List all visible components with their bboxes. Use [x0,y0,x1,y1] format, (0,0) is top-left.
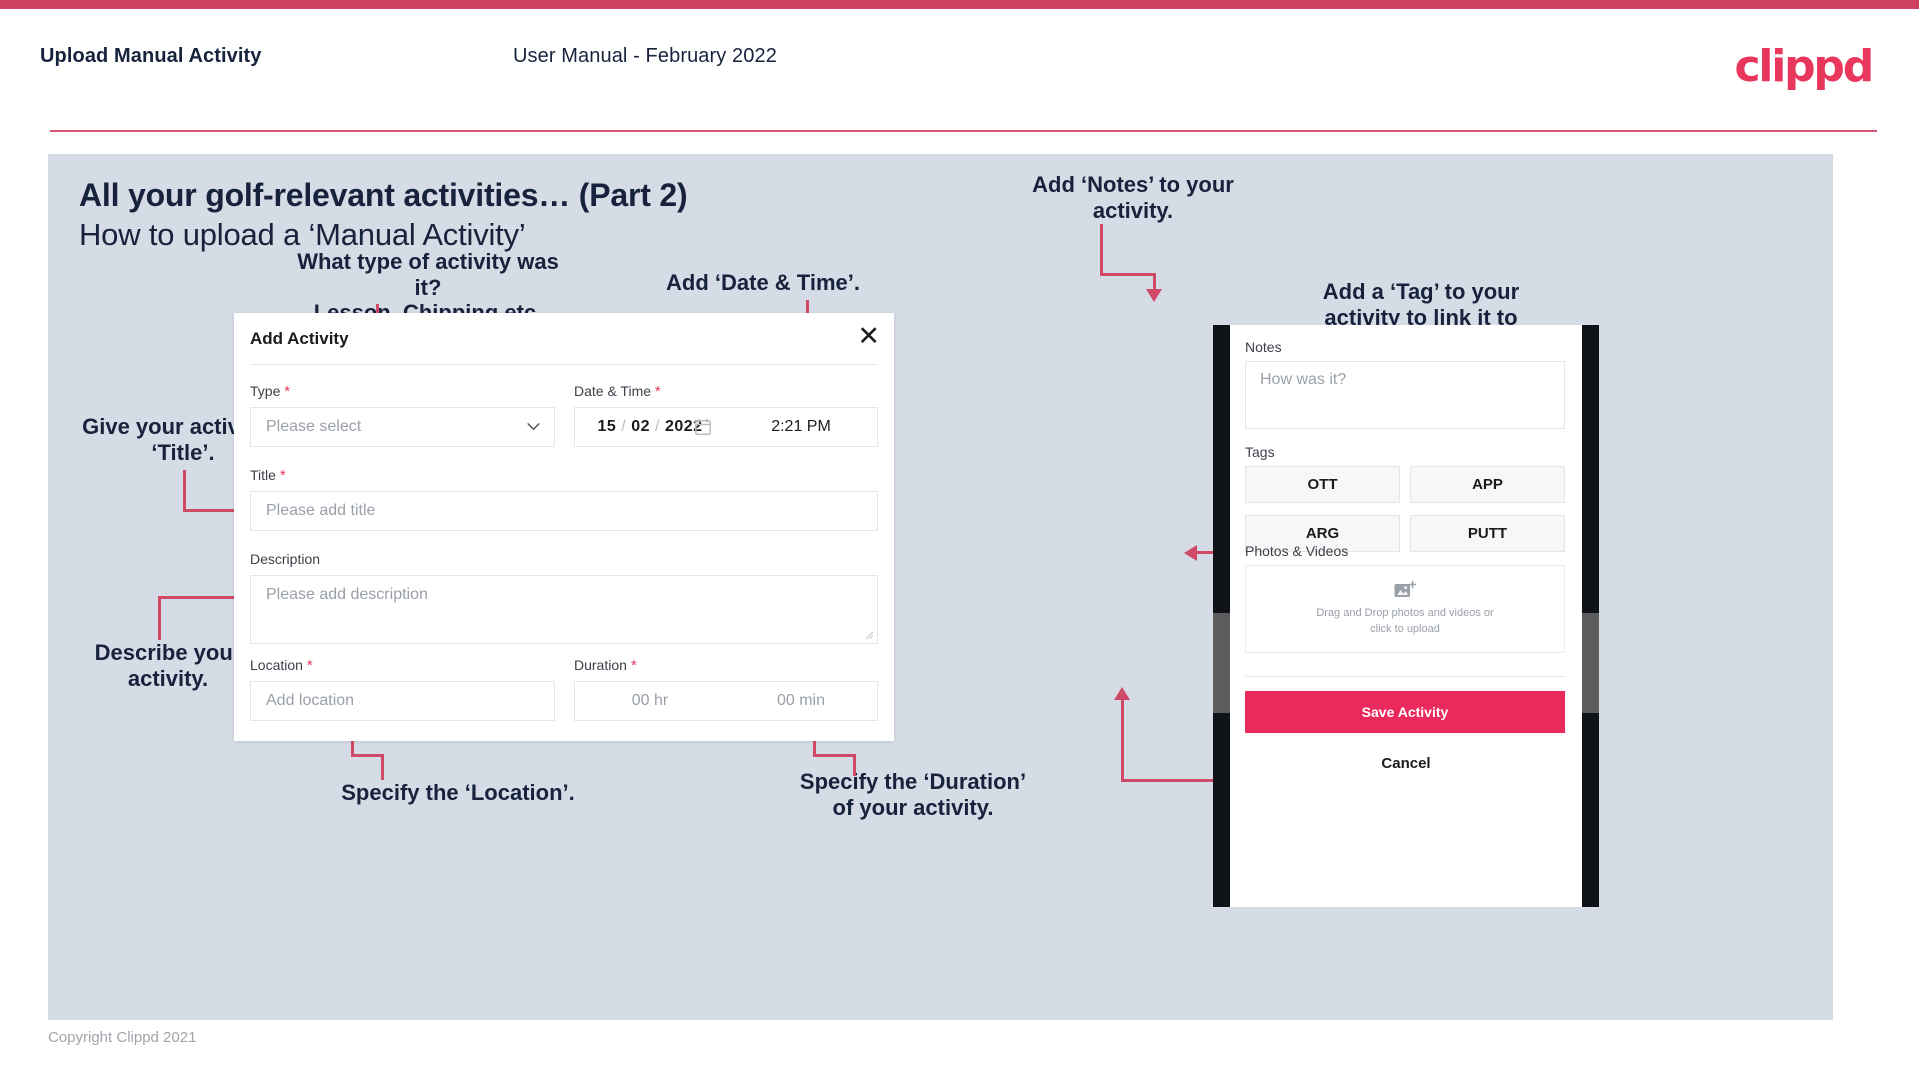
connector-loc-h [351,754,384,757]
duration-required-marker: * [630,657,637,674]
tags-label: Tags [1245,444,1275,460]
connector-loc-v1 [381,754,384,780]
page-subtitle: How to upload a ‘Manual Activity’ [79,217,526,252]
photo-dropzone[interactable]: Drag and Drop photos and videos or click… [1245,565,1565,653]
time-value: 2:21 PM [771,418,831,435]
description-label-text: Description [250,551,321,567]
connector-dur-h [813,754,856,757]
type-label-text: Type [250,383,281,399]
calendar-icon[interactable] [695,418,711,436]
chevron-down-icon [527,423,540,431]
phone-bezel-right-highlight [1582,613,1599,713]
cancel-label: Cancel [1381,755,1431,772]
date-sep-1: / [621,418,627,435]
tag-app[interactable]: APP [1410,466,1565,503]
datetime-label-text: Date & Time [574,383,652,399]
phone-bezel-left-highlight [1213,613,1230,713]
connector-notes-h [1100,273,1156,276]
date-month: 02 [631,418,650,435]
description-textarea[interactable]: Please add description [250,575,878,644]
dropzone-line-2: click to upload [1370,622,1440,635]
location-label: Location * [250,657,313,674]
add-image-icon [1394,580,1416,597]
duration-minutes-input[interactable]: 00 min [725,681,878,721]
clippd-logo: clippd [1734,41,1874,92]
duration-minutes-placeholder: 00 min [776,692,826,709]
notes-placeholder: How was it? [1260,371,1347,388]
photos-label: Photos & Videos [1245,543,1349,559]
dialog-title: Add Activity [250,329,349,348]
tag-putt[interactable]: PUTT [1410,515,1565,552]
connector-dur-v1 [853,754,856,776]
duration-label-text: Duration [574,657,627,673]
tag-putt-label: PUTT [1467,525,1508,542]
description-label: Description [250,551,320,567]
annotation-datetime: Add ‘Date & Time’. [666,270,860,295]
datetime-required-marker: * [654,383,661,400]
type-select[interactable]: Please select [250,407,555,447]
connector-notes-v1 [1100,224,1103,276]
dialog-divider [250,364,878,365]
phone-mockup: Notes How was it? Tags OTT APP ARG PUTT … [1213,325,1599,907]
duration-label: Duration * [574,657,637,674]
save-activity-label: Save Activity [1361,704,1449,720]
copyright-text: Copyright Clippd 2021 [48,1029,197,1046]
title-label: Title * [250,467,286,484]
top-accent-bar [0,0,1919,9]
location-label-text: Location [250,657,303,673]
notes-label: Notes [1245,339,1282,355]
header-left-title: Upload Manual Activity [40,45,262,67]
connector-save-v [1121,699,1124,781]
type-label: Type * [250,383,290,400]
type-placeholder: Please select [266,418,362,435]
type-required-marker: * [284,383,291,400]
header-divider [50,130,1877,132]
annotation-location: Specify the ‘Location’. [341,780,575,805]
resize-grip-icon[interactable] [865,631,874,640]
page-header: Upload Manual Activity User Manual - Feb… [0,9,1919,132]
time-field[interactable]: 2:21 PM [725,407,878,447]
title-label-text: Title [250,467,276,483]
phone-divider [1245,676,1565,677]
location-required-marker: * [306,657,313,674]
location-placeholder: Add location [266,692,355,709]
title-required-marker: * [279,467,286,484]
header-center-title: User Manual - February 2022 [513,45,777,67]
date-day: 15 [597,418,617,435]
connector-title-v [183,470,186,511]
tag-ott[interactable]: OTT [1245,466,1400,503]
date-field[interactable]: 15 / 02 / 2022 [574,407,726,447]
title-input[interactable]: Please add title [250,491,878,531]
tag-ott-label: OTT [1307,476,1338,493]
add-activity-dialog: Add Activity ✕ Type * Please select Date… [234,313,894,741]
datetime-label: Date & Time * [574,383,661,400]
page-title: All your golf-relevant activities… (Part… [79,177,688,213]
dropzone-line-1: Drag and Drop photos and videos or [1316,606,1494,619]
location-input[interactable]: Add location [250,681,555,721]
title-placeholder: Please add title [266,502,376,519]
tag-arg-label: ARG [1305,525,1340,542]
cancel-button[interactable]: Cancel [1230,755,1582,772]
duration-hours-placeholder: 00 hr [631,692,669,709]
phone-screen: Notes How was it? Tags OTT APP ARG PUTT … [1230,325,1582,907]
close-icon[interactable]: ✕ [857,323,880,350]
description-placeholder: Please add description [266,586,428,603]
dropzone-text: Drag and Drop photos and videos or click… [1316,606,1493,638]
connector-save-arrow [1114,687,1130,700]
date-sep-2: / [655,418,660,435]
tag-app-label: APP [1472,476,1503,493]
duration-hours-input[interactable]: 00 hr [574,681,726,721]
notes-textarea[interactable]: How was it? [1245,361,1565,429]
slide-page: Upload Manual Activity User Manual - Feb… [0,0,1919,1079]
annotation-duration: Specify the ‘Duration’ of your activity. [799,769,1027,820]
connector-desc-v [158,596,161,640]
annotation-notes: Add ‘Notes’ to your activity. [1032,172,1234,223]
save-activity-button[interactable]: Save Activity [1245,691,1565,733]
connector-upload-arrow [1184,545,1197,561]
connector-notes-arrow [1146,289,1162,302]
